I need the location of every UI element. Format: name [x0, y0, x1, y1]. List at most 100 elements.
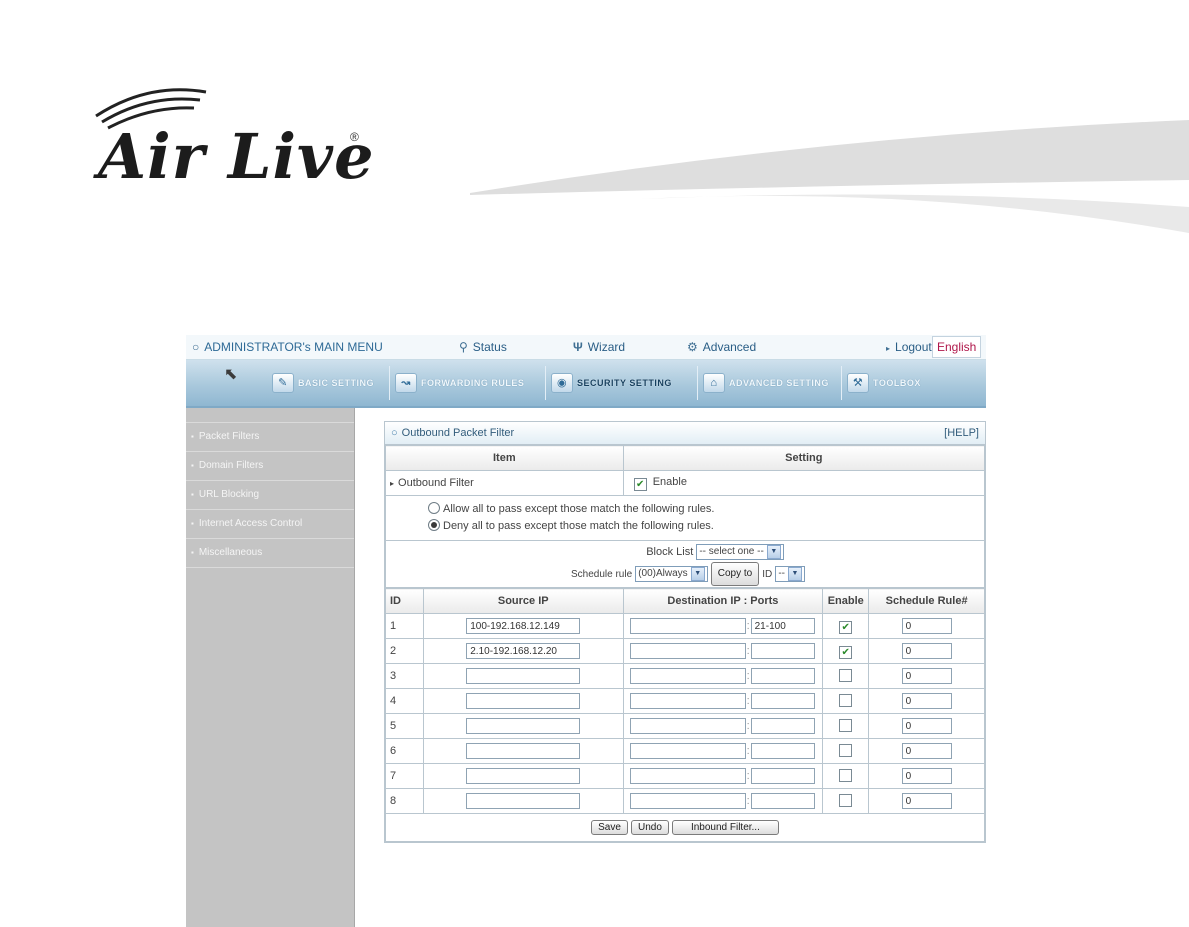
- rule-enable-checkbox[interactable]: [839, 794, 853, 807]
- destination-ports-input[interactable]: 21-100: [750, 618, 815, 634]
- inbound-filter-button[interactable]: Inbound Filter...: [671, 820, 779, 835]
- source-ip-input[interactable]: [466, 768, 581, 784]
- rule-enable-checkbox[interactable]: [839, 694, 853, 707]
- schedule-rule-input[interactable]: 0: [901, 618, 952, 634]
- undo-button[interactable]: Undo: [630, 820, 669, 835]
- outbound-filter-enable-checkbox[interactable]: ✔: [633, 477, 647, 491]
- rule-enable-checkbox[interactable]: [839, 669, 853, 682]
- mouse-cursor-icon: ⬉: [224, 366, 238, 383]
- destination-ip-input[interactable]: [629, 618, 746, 634]
- tab-label: FORWARDING RULES: [421, 377, 525, 388]
- schedule-rule-select[interactable]: (00)Always ▼: [635, 566, 708, 582]
- destination-ip-input[interactable]: [629, 718, 746, 734]
- schedule-cell: 0: [868, 688, 985, 714]
- schedule-rule-input[interactable]: 0: [901, 668, 952, 684]
- source-ip-input[interactable]: 100-192.168.12.149: [466, 618, 581, 634]
- action-cell: Save Undo Inbound Filter...: [385, 813, 985, 842]
- destination-cell: :: [622, 763, 824, 789]
- outbound-filter-panel: ○ Outbound Packet Filter [HELP] Item Sett…: [384, 421, 986, 843]
- status-label: Status: [472, 340, 507, 354]
- source-ip-input[interactable]: [466, 743, 581, 759]
- rule-enable-checkbox[interactable]: ✔: [839, 620, 853, 634]
- rule-enable-checkbox[interactable]: [839, 769, 853, 782]
- destination-cell: :: [622, 738, 824, 764]
- block-list-value: -- select one --: [699, 546, 764, 558]
- copy-id-select[interactable]: -- ▼: [775, 566, 805, 582]
- id-label: ID: [762, 568, 773, 580]
- rule-enable-checkbox[interactable]: [839, 719, 853, 732]
- sidebar-item-miscellaneous[interactable]: ▪ Miscellaneous: [186, 539, 354, 568]
- save-button[interactable]: Save: [591, 820, 628, 835]
- allow-option[interactable]: Allow all to pass except those match the…: [428, 501, 980, 518]
- rule-id: 3: [385, 663, 424, 689]
- source-ip-input[interactable]: [466, 793, 581, 809]
- advanced-setting-icon: ⌂: [703, 372, 725, 393]
- destination-ports-input[interactable]: [750, 643, 815, 659]
- table-row: 7: 0: [385, 763, 985, 789]
- source-ip-input[interactable]: [466, 693, 581, 709]
- source-ip-input[interactable]: [466, 668, 581, 684]
- source-ip-input[interactable]: 2.10-192.168.12.20: [466, 643, 581, 659]
- destination-ports-input[interactable]: [750, 768, 815, 784]
- destination-ports-input[interactable]: [750, 668, 815, 684]
- logo-wordmark: Air Live: [98, 120, 375, 193]
- tab-toolbox[interactable]: ⚒ TOOLBOX: [847, 370, 921, 395]
- header-destination: Destination IP : Ports: [622, 588, 824, 614]
- header-source-ip: Source IP: [422, 588, 624, 614]
- schedule-rule-input[interactable]: 0: [901, 643, 952, 659]
- source-ip-input[interactable]: [466, 718, 581, 734]
- destination-ip-input[interactable]: [629, 693, 746, 709]
- bullet-icon: ▪: [191, 432, 194, 441]
- destination-ports-input[interactable]: [750, 718, 815, 734]
- tab-basic-setting[interactable]: ✎ BASIC SETTING: [272, 370, 374, 395]
- schedule-rule-input[interactable]: 0: [901, 793, 952, 809]
- policy-radio-cell: Allow all to pass except those match the…: [385, 495, 985, 541]
- allow-radio[interactable]: [428, 502, 440, 514]
- deny-option[interactable]: Deny all to pass except those match the …: [428, 518, 980, 535]
- sidebar-item-domain-filters[interactable]: ▪ Domain Filters: [186, 452, 354, 481]
- wizard-label: Wizard: [587, 340, 626, 354]
- wizard-link[interactable]: Ψ Wizard: [573, 340, 625, 354]
- rules-header-row: ID Source IP Destination IP : Ports Enab…: [385, 588, 985, 614]
- copy-to-button[interactable]: Copy to: [710, 562, 760, 586]
- help-link[interactable]: [HELP]: [944, 422, 979, 444]
- sidebar-item-url-blocking[interactable]: ▪ URL Blocking: [186, 481, 354, 510]
- schedule-rule-input[interactable]: 0: [901, 768, 952, 784]
- destination-ip-input[interactable]: [629, 643, 746, 659]
- deny-radio[interactable]: [428, 519, 440, 531]
- destination-ip-input[interactable]: [629, 793, 746, 809]
- sidebar: ▪ Packet Filters ▪ Domain Filters ▪ URL Blo…: [186, 408, 355, 927]
- schedule-rule-input[interactable]: 0: [901, 693, 952, 709]
- logout-link[interactable]: ▸ Logout: [886, 340, 932, 354]
- tab-forwarding-rules[interactable]: ↝ FORWARDING RULES: [395, 370, 524, 395]
- tab-security-setting[interactable]: ◉ SECURITY SETTING: [551, 370, 672, 395]
- sidebar-item-packet-filters[interactable]: ▪ Packet Filters: [186, 423, 354, 452]
- rule-enable-checkbox[interactable]: ✔: [839, 645, 853, 659]
- tab-advanced-setting[interactable]: ⌂ ADVANCED SETTING: [703, 370, 829, 395]
- bullet-icon: ▪: [191, 461, 194, 470]
- block-list-select[interactable]: -- select one -- ▼: [696, 544, 784, 561]
- settings-table: Item Setting ▸ Outbound Filter ✔ Enable A…: [385, 445, 986, 588]
- title-circle-icon: ○: [391, 427, 398, 439]
- schedule-rule-input[interactable]: 0: [901, 743, 952, 759]
- destination-ip-input[interactable]: [629, 768, 746, 784]
- advanced-label: Advanced: [702, 340, 757, 354]
- schedule-rule-label: Schedule rule: [570, 568, 633, 580]
- header-enable: Enable: [822, 588, 870, 614]
- destination-ip-input[interactable]: [629, 668, 746, 684]
- sidebar-item-internet-access-control[interactable]: ▪ Internet Access Control: [186, 510, 354, 539]
- destination-ports-input[interactable]: [750, 693, 815, 709]
- destination-ports-input[interactable]: [750, 743, 815, 759]
- language-selector[interactable]: English: [932, 336, 982, 358]
- tab-label: TOOLBOX: [873, 377, 921, 388]
- destination-ports-input[interactable]: [750, 793, 815, 809]
- enable-cell: [822, 713, 870, 739]
- forwarding-icon: ↝: [395, 372, 417, 393]
- status-link[interactable]: ⚲ Status: [459, 340, 507, 354]
- schedule-rule-input[interactable]: 0: [901, 718, 952, 734]
- destination-ip-input[interactable]: [629, 743, 746, 759]
- rule-enable-checkbox[interactable]: [839, 744, 853, 757]
- block-list-label: Block List: [646, 546, 694, 558]
- table-row: 4: 0: [385, 688, 985, 714]
- advanced-link[interactable]: ⚙ Advanced: [687, 340, 756, 354]
